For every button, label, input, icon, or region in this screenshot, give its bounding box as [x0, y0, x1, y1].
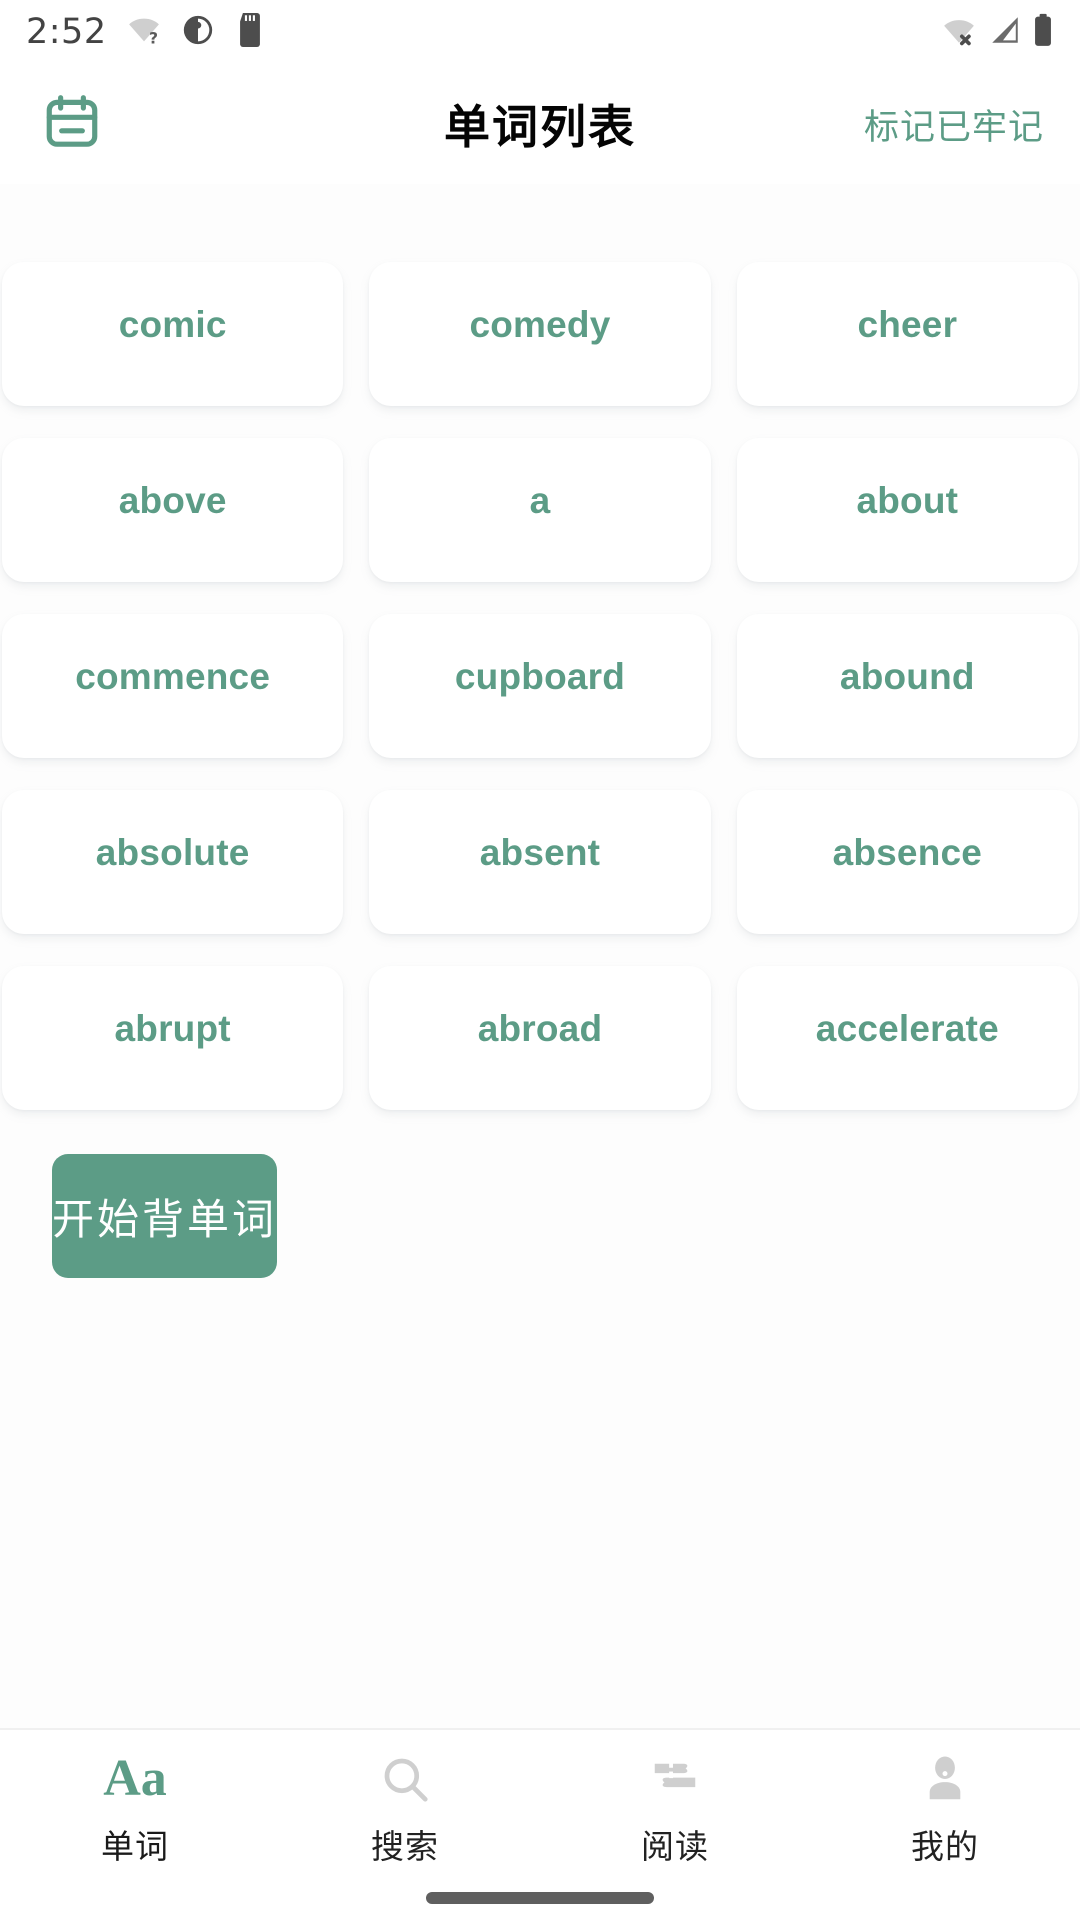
search-icon [378, 1750, 432, 1808]
word-card-label: above [118, 480, 227, 521]
word-card-label: abroad [477, 1008, 603, 1049]
mark-memorized-button[interactable]: 标记已牢记 [864, 99, 1044, 150]
word-card-label: absence [832, 832, 983, 873]
word-card[interactable]: absent [369, 790, 711, 934]
app-bar: 单词列表 标记已牢记 [0, 64, 1080, 184]
nav-item-4[interactable]: 我的 [810, 1750, 1080, 1868]
nav-item-label: 阅读 [641, 1828, 709, 1865]
books-stack-icon [648, 1750, 702, 1808]
word-card-label: about [856, 480, 959, 521]
person-icon [918, 1750, 972, 1808]
word-card-label: cupboard [454, 656, 626, 697]
nav-item-1[interactable]: Aa 单词 [0, 1750, 270, 1868]
battery-full-icon [1032, 13, 1054, 52]
word-card-label: commence [75, 656, 271, 697]
word-card[interactable]: comedy [369, 262, 711, 406]
word-card[interactable]: abound [736, 614, 1078, 758]
word-card-label: comic [118, 304, 227, 345]
home-indicator[interactable] [426, 1892, 654, 1904]
word-card-label: accelerate [815, 1008, 999, 1049]
sd-card-icon [235, 12, 265, 52]
word-card[interactable]: cheer [736, 262, 1078, 406]
cellular-signal-icon [988, 13, 1022, 52]
word-card-label: abound [839, 656, 975, 697]
aa-glyph: Aa [103, 1750, 167, 1807]
word-card[interactable]: absence [736, 790, 1078, 934]
app-screen: 2:52 ? 单词列表 标记已牢记 comic comedy cheer abo… [0, 0, 1080, 1920]
word-card[interactable]: cupboard [369, 614, 711, 758]
nav-item-2[interactable]: 搜索 [270, 1750, 540, 1868]
calendar-icon [41, 91, 103, 158]
status-time: 2:52 [26, 12, 107, 52]
word-card[interactable]: abroad [369, 966, 711, 1110]
status-bar: 2:52 ? [0, 0, 1080, 64]
wifi-off-icon [940, 13, 978, 52]
word-card[interactable]: comic [2, 262, 344, 406]
calendar-button[interactable] [36, 88, 108, 160]
word-card-label: comedy [469, 304, 611, 345]
nav-item-label: 单词 [101, 1828, 169, 1865]
word-card[interactable]: accelerate [736, 966, 1078, 1110]
wifi-question-icon: ? [127, 13, 161, 52]
svg-text:?: ? [149, 29, 158, 47]
word-card-label: absent [479, 832, 601, 873]
word-card-label: abrupt [114, 1008, 231, 1049]
nav-item-label: 我的 [911, 1828, 979, 1865]
status-bar-right [940, 13, 1054, 52]
word-card-label: cheer [857, 304, 958, 345]
nav-item-label: 搜索 [371, 1828, 439, 1865]
word-card[interactable]: a [369, 438, 711, 582]
word-card[interactable]: commence [2, 614, 344, 758]
word-card[interactable]: absolute [2, 790, 344, 934]
word-grid: comic comedy cheer above a about commence cupbo… [0, 262, 1080, 1110]
word-card-label: absolute [95, 832, 250, 873]
status-bar-left: 2:52 ? [26, 12, 265, 52]
start-memorize-button[interactable]: 开始背单词 [52, 1154, 278, 1278]
aa-text-icon: Aa [103, 1750, 167, 1808]
contrast-circle-icon [181, 13, 215, 52]
word-card[interactable]: above [2, 438, 344, 582]
word-card[interactable]: about [736, 438, 1078, 582]
main-content: comic comedy cheer above a about commence cupbo… [0, 184, 1080, 1728]
start-memorize-label: 开始背单词 [52, 1195, 278, 1243]
word-card[interactable]: abrupt [2, 966, 344, 1110]
nav-item-3[interactable]: 阅读 [540, 1750, 810, 1868]
home-indicator-area [0, 1892, 1080, 1904]
word-card-label: a [529, 480, 551, 521]
